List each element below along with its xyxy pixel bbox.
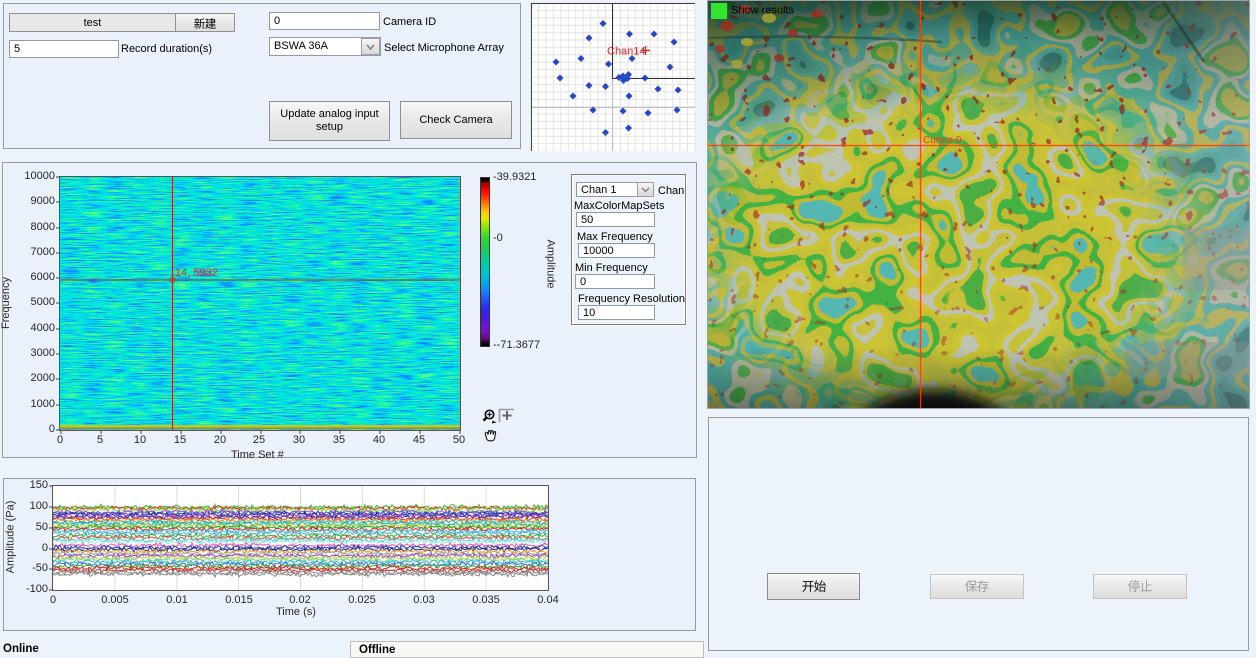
svg-text:Cursor 0: Cursor 0 <box>923 135 962 146</box>
svg-text:Chan14: Chan14 <box>607 46 646 58</box>
svg-text:Show results: Show results <box>731 5 794 17</box>
